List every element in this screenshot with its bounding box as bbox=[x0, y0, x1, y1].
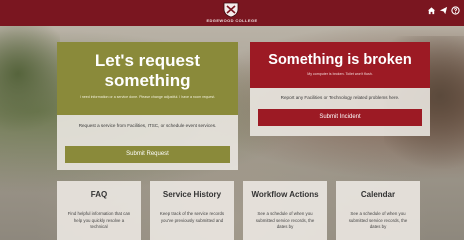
incident-description: Report any Facilities or Technology rela… bbox=[280, 95, 400, 100]
background-tree-left bbox=[0, 26, 60, 146]
header-icon-group bbox=[427, 6, 460, 15]
calendar-card-description: See a schedule of when you submitted ser… bbox=[348, 211, 408, 229]
faq-card-description: Find helpful information that can help y… bbox=[67, 211, 131, 229]
faq-card[interactable]: FAQ Find helpful information that can he… bbox=[57, 181, 141, 240]
submit-request-button[interactable]: Submit Request bbox=[65, 146, 230, 163]
request-title: Let's request something bbox=[94, 51, 201, 90]
calendar-card[interactable]: Calendar See a schedule of when you subm… bbox=[336, 181, 420, 240]
site-header: EDGEWOOD COLLEGE bbox=[0, 0, 464, 26]
service-history-card-title: Service History bbox=[162, 190, 222, 199]
help-icon[interactable] bbox=[451, 6, 460, 15]
home-icon[interactable] bbox=[427, 6, 436, 15]
incident-panel: Something is broken My computer is broke… bbox=[250, 42, 430, 136]
college-crest-icon[interactable] bbox=[222, 2, 240, 18]
workflow-actions-card-title: Workflow Actions bbox=[251, 190, 319, 199]
incident-title: Something is broken bbox=[268, 52, 412, 68]
request-panel: Let's request something I need informati… bbox=[57, 42, 238, 170]
request-subtitle: I need information or a service done. Pl… bbox=[79, 95, 216, 99]
workflow-actions-card-description: See a schedule of when you submitted ser… bbox=[255, 211, 315, 229]
college-name: EDGEWOOD COLLEGE bbox=[206, 18, 258, 23]
send-icon[interactable] bbox=[439, 6, 448, 15]
service-history-card[interactable]: Service History Keep track of the servic… bbox=[150, 181, 234, 240]
calendar-card-title: Calendar bbox=[360, 190, 396, 199]
faq-card-title: FAQ bbox=[90, 190, 108, 199]
submit-incident-button[interactable]: Submit Incident bbox=[258, 109, 422, 126]
request-description: Request a service from Facilities, ITSC,… bbox=[78, 123, 217, 128]
incident-panel-header: Something is broken My computer is broke… bbox=[250, 42, 430, 88]
workflow-actions-card[interactable]: Workflow Actions See a schedule of when … bbox=[243, 181, 327, 240]
request-panel-header: Let's request something I need informati… bbox=[57, 42, 238, 115]
incident-subtitle: My computer is broken. Toilet won't flus… bbox=[307, 72, 373, 76]
service-history-card-description: Keep track of the service records you've… bbox=[159, 211, 225, 223]
